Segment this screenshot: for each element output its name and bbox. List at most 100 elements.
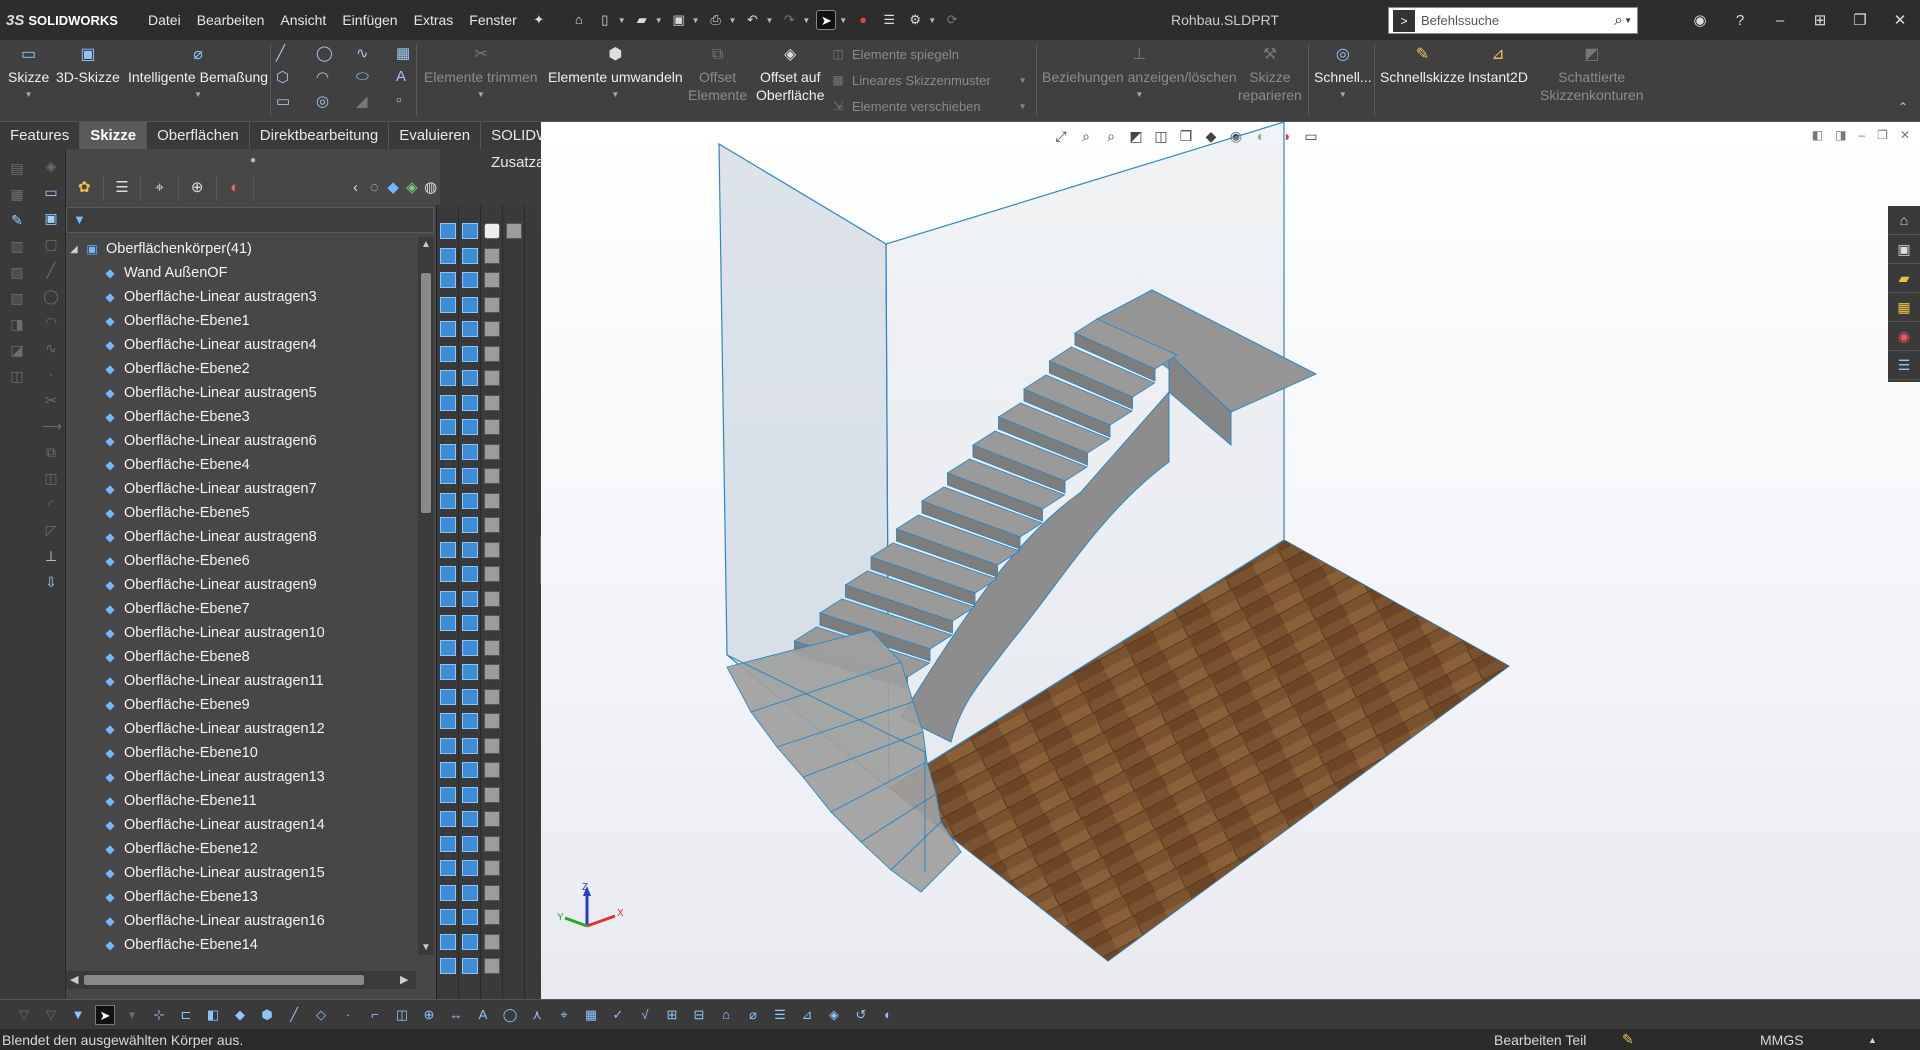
arc-strip-icon[interactable]: ◠ — [42, 313, 60, 331]
tab-2[interactable]: Oberflächen — [147, 122, 250, 149]
rebuild-pencil-icon[interactable]: ✎ — [1622, 1031, 1634, 1048]
layers-icon[interactable]: ▨ — [8, 263, 26, 281]
skizze-dropdown-icon[interactable]: ▼ — [25, 86, 33, 104]
fillet-strip-icon[interactable]: ◜ — [42, 495, 60, 513]
display-cell[interactable] — [440, 639, 456, 656]
feature-manager-icon[interactable]: ✿ — [66, 175, 104, 201]
filter-silhouette-icon[interactable]: ◐ — [878, 1005, 898, 1025]
tree-item[interactable]: ◆ Oberfläche-Linear austragen9 — [66, 573, 416, 597]
search-dropdown-icon[interactable]: ▼ — [1624, 16, 1632, 25]
display-cell[interactable] — [462, 419, 478, 435]
display-cell[interactable] — [484, 247, 500, 264]
display-cell[interactable] — [484, 958, 500, 974]
minimize-icon[interactable]: – — [1760, 12, 1800, 29]
tree-item[interactable]: ◆ Oberfläche-Linear austragen13 — [66, 765, 416, 789]
filter-axes-icon[interactable]: ╱ — [284, 1005, 304, 1025]
skizze-reparieren-button[interactable]: ⚒ Skizze reparieren — [1238, 44, 1302, 104]
pattern-dropdown-icon[interactable]: ▼ — [1019, 76, 1027, 85]
display-cell[interactable] — [462, 786, 478, 803]
command-search[interactable]: > Befehlssuche ⌕ ▼ — [1388, 7, 1638, 34]
display-cell[interactable] — [484, 835, 500, 852]
display-manager-icon[interactable]: ◐ — [217, 175, 255, 201]
display-cell[interactable] — [462, 664, 478, 680]
3d-sketch-strip-icon[interactable]: ▣ — [42, 209, 60, 227]
elemente-trimmen-button[interactable]: ✂ Elemente trimmen ▼ — [424, 44, 538, 104]
move-dropdown-icon[interactable]: ▼ — [1019, 102, 1027, 111]
tab-1[interactable]: Skizze — [80, 122, 148, 149]
print-icon[interactable]: ⎙ — [706, 10, 726, 30]
schnellskizze-button[interactable]: ✎ Schnellskizze — [1380, 44, 1465, 86]
display-cell[interactable] — [484, 713, 500, 729]
selection-arrow-icon[interactable]: ➤ — [95, 1004, 115, 1025]
graphics-area[interactable]: ⤢ ⌕ ⌕ ◩ ◫ ❒ ◆ ◉ ◐ ◑ ▭ ◧ ◨ – ❐ ✕ ⌂ ▣ ▰ ▦ … — [541, 122, 1920, 999]
filter-solid-bodies-icon[interactable]: ⬢ — [257, 1005, 277, 1025]
menu-item-5[interactable]: Fenster — [461, 0, 524, 40]
plane-view-icon[interactable]: ▧ — [8, 289, 26, 307]
display-cell[interactable] — [440, 615, 456, 631]
display-cell[interactable] — [462, 247, 478, 264]
menu-item-4[interactable]: Extras — [406, 0, 462, 40]
display-cell[interactable] — [440, 247, 456, 264]
scroll-down-icon[interactable]: ▼ — [418, 942, 434, 953]
fillet-icon[interactable]: ◎ — [316, 92, 356, 116]
display-cell[interactable] — [484, 737, 500, 754]
tree-horizontal-scrollbar[interactable]: ◀ ▶ — [66, 971, 416, 989]
display-cell[interactable] — [484, 272, 500, 288]
display-cell[interactable] — [462, 468, 478, 484]
tile-windows-icon[interactable]: ⊞ — [1800, 11, 1840, 29]
display-cell[interactable] — [462, 688, 478, 705]
display-cell[interactable] — [462, 443, 478, 460]
display-cell[interactable] — [484, 615, 500, 631]
display-cell[interactable] — [462, 884, 478, 901]
relations-strip-icon[interactable]: ⊥ — [42, 547, 60, 565]
stair-model[interactable] — [541, 122, 1920, 999]
display-cell[interactable] — [440, 517, 456, 533]
quick-dropdown-icon[interactable]: ▼ — [1339, 86, 1347, 104]
open-dropdown-icon[interactable]: ▼ — [655, 16, 663, 25]
instant2d-button[interactable]: ⊿ Instant2D — [1468, 44, 1528, 86]
tree-item[interactable]: ◆ Oberfläche-Linear austragen8 — [66, 525, 416, 549]
spline-icon[interactable]: ∿ — [356, 44, 396, 68]
schattierte-skizzenkonturen-button[interactable]: ◩ Schattierte Skizzenkonturen — [1540, 44, 1644, 104]
section-icon[interactable]: ◨ — [8, 315, 26, 333]
home-icon[interactable]: ⌂ — [569, 10, 589, 30]
close-icon[interactable]: ✕ — [1880, 11, 1920, 29]
display-cell[interactable] — [440, 419, 456, 435]
display-cell[interactable] — [484, 419, 500, 435]
display-cell[interactable] — [462, 835, 478, 852]
display-cell[interactable] — [484, 786, 500, 803]
menu-item-0[interactable]: Datei — [140, 0, 189, 40]
display-cell[interactable] — [440, 321, 456, 337]
display-cell[interactable] — [440, 860, 456, 876]
circle-icon[interactable]: ◯ — [316, 44, 356, 68]
filter-components-icon[interactable]: ◈ — [824, 1005, 844, 1025]
select-dropdown-icon[interactable]: ▼ — [839, 16, 847, 25]
display-cell[interactable] — [440, 933, 456, 950]
elemente-spiegeln-button[interactable]: ◫ Elemente spiegeln — [830, 46, 959, 62]
search-input[interactable]: Befehlssuche — [1421, 13, 1614, 28]
polygon-icon[interactable]: ⬡ — [276, 68, 316, 92]
tree-root[interactable]: ◢ ▣ Oberflächenkörper(41) — [66, 237, 416, 261]
tree-item[interactable]: ◆ Oberfläche-Ebene8 — [66, 645, 416, 669]
scroll-thumb[interactable] — [421, 273, 431, 513]
display-cell[interactable] — [484, 394, 500, 411]
tree-item[interactable]: ◆ Oberfläche-Ebene14 — [66, 933, 416, 955]
arc-icon[interactable]: ◠ — [316, 68, 356, 92]
filter-sketch-points-icon[interactable]: · — [338, 1005, 358, 1025]
display-cell[interactable] — [484, 541, 500, 558]
options-gear-icon[interactable]: ⚙ — [905, 10, 925, 30]
filter-edges-icon[interactable]: ⊏ — [176, 1005, 196, 1025]
display-cell[interactable] — [440, 762, 456, 778]
display-cell[interactable] — [440, 713, 456, 729]
display-cell[interactable] — [484, 296, 500, 313]
line-strip-icon[interactable]: ╱ — [42, 261, 60, 279]
display-cell[interactable] — [506, 223, 522, 239]
display-cell[interactable] — [484, 321, 500, 337]
display-cell[interactable] — [462, 933, 478, 950]
display-cell[interactable] — [440, 223, 456, 239]
geometry-icon[interactable]: ◫ — [8, 367, 26, 385]
filter-blocks-icon[interactable]: ▦ — [581, 1005, 601, 1025]
line-icon[interactable]: ╱ — [276, 44, 316, 68]
undo-dropdown-icon[interactable]: ▼ — [765, 16, 773, 25]
display-cell[interactable] — [440, 394, 456, 411]
